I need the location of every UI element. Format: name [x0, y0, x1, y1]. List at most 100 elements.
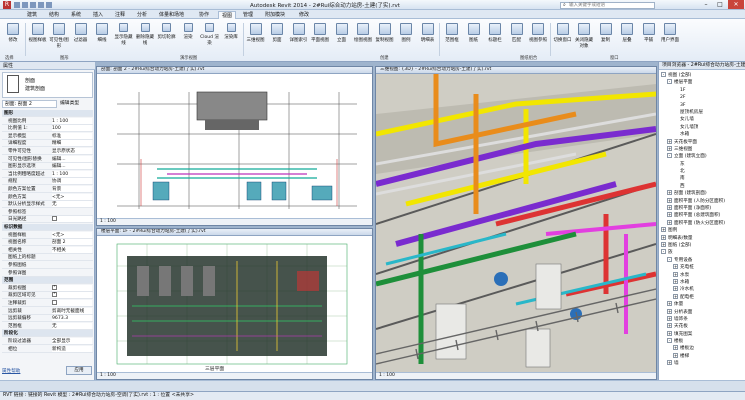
browser-tree-item[interactable]: + 水泵 — [661, 271, 745, 279]
ribbon-button-2[interactable]: 可见性/图形 — [49, 22, 69, 52]
expand-icon[interactable]: + — [661, 241, 666, 247]
browser-tree-item[interactable]: + 填充图案 — [661, 330, 745, 338]
browser-tree-item[interactable]: + 面积平面 (防火分区面积) — [661, 219, 745, 227]
expand-icon[interactable]: + — [667, 219, 672, 225]
ribbon-button-23[interactable]: 匹配 — [507, 22, 527, 52]
tab-5[interactable]: 分析 — [134, 11, 150, 19]
close-button[interactable]: ✕ — [728, 0, 744, 9]
ribbon-button-15[interactable]: 立面 — [332, 22, 352, 52]
property-value[interactable] — [52, 284, 92, 291]
browser-tree-item[interactable]: -族 — [661, 249, 745, 256]
maximize-button[interactable]: □ — [714, 0, 726, 9]
property-value[interactable]: 1 : 100 — [52, 117, 92, 124]
ribbon-button-3[interactable]: 过滤器 — [71, 22, 91, 52]
tab-9[interactable]: 管理 — [240, 11, 256, 19]
expand-icon[interactable]: + — [673, 286, 678, 292]
ribbon-button-16[interactable]: 绘图视图 — [353, 22, 373, 52]
collapse-icon[interactable]: - — [667, 153, 672, 159]
browser-tree-item[interactable]: 南 — [661, 175, 745, 182]
browser-tree-item[interactable]: 3F — [661, 102, 745, 109]
property-value[interactable]: 显示原状态 — [52, 148, 92, 155]
property-value[interactable] — [52, 300, 92, 307]
property-group[interactable]: 阶段化 — [2, 330, 93, 338]
tab-3[interactable]: 插入 — [90, 11, 106, 19]
property-value[interactable]: 标准 — [52, 132, 92, 139]
ribbon-button-20[interactable]: 范围框 — [442, 22, 462, 52]
expand-icon[interactable]: + — [667, 197, 672, 203]
collapse-icon[interactable]: - — [661, 249, 666, 255]
ribbon-button-9[interactable]: Cloud 渲染 — [200, 22, 220, 52]
expand-icon[interactable]: + — [667, 330, 672, 336]
ribbon-button-13[interactable]: 详图索引 — [289, 22, 309, 52]
property-group[interactable]: 图形 — [2, 110, 93, 118]
tab-0[interactable]: 建筑 — [24, 11, 40, 19]
ribbon-button-14[interactable]: 平面视图 — [310, 22, 330, 52]
save-icon[interactable] — [22, 2, 28, 8]
expand-icon[interactable]: + — [667, 301, 672, 307]
browser-tree-item[interactable]: + 冷水机 — [661, 286, 745, 293]
expand-icon[interactable]: + — [673, 264, 678, 270]
ribbon-button-29[interactable]: 平铺 — [639, 22, 659, 52]
ribbon-button-12[interactable]: 剪面 — [267, 22, 287, 52]
3d-model-canvas[interactable] — [376, 74, 656, 373]
property-value[interactable]: 精细 — [52, 140, 92, 147]
minimize-button[interactable]: – — [700, 0, 712, 9]
browser-tree-item[interactable]: + 墙 — [661, 360, 745, 367]
property-value[interactable]: <无> — [52, 193, 92, 200]
property-value[interactable] — [52, 292, 92, 299]
edit-type-button[interactable]: 编辑类型 — [60, 100, 79, 108]
property-value[interactable]: 1 : 100 — [52, 170, 92, 177]
browser-tree-item[interactable]: + 面积平面 (净面积) — [661, 205, 745, 212]
ribbon-button-25[interactable]: 切换窗口 — [553, 22, 573, 52]
browser-tree-item[interactable]: 2F — [661, 94, 745, 101]
ribbon-button-10[interactable]: 渲染库 — [221, 22, 241, 52]
search-input[interactable]: 输入关键字或短语 — [560, 2, 655, 9]
property-checkbox[interactable] — [52, 216, 57, 222]
ribbon-button-28[interactable]: 层叠 — [617, 22, 637, 52]
browser-tree-item[interactable]: 屋顶机房层 — [661, 109, 745, 116]
browser-tree-item[interactable]: 水箱 — [661, 131, 745, 138]
browser-tree-item[interactable]: 西 — [661, 183, 745, 190]
expand-icon[interactable]: + — [667, 145, 672, 151]
tab-2[interactable]: 系统 — [68, 11, 84, 19]
property-value[interactable]: 全部显示 — [52, 338, 92, 345]
ribbon-button-21[interactable]: 图纸 — [464, 22, 484, 52]
collapse-icon[interactable]: - — [667, 256, 672, 262]
revit-logo-icon[interactable]: R — [3, 1, 11, 9]
property-value[interactable]: 剪裁时无截面线 — [52, 307, 92, 314]
ribbon-button-27[interactable]: 复制 — [596, 22, 616, 52]
ribbon-button-5[interactable]: 显示隐藏线 — [114, 22, 134, 52]
expand-icon[interactable]: + — [673, 345, 678, 351]
browser-tree-item[interactable]: 东 — [661, 161, 745, 168]
property-value[interactable]: 新构造 — [52, 345, 92, 352]
browser-tree-item[interactable]: + 充电桩 — [661, 264, 745, 271]
type-selector[interactable]: 剖面 建筑剖面 — [2, 72, 93, 98]
browser-tree-item[interactable]: + 楼梯 — [661, 352, 745, 360]
browser-tree-item[interactable]: + 配电柜 — [661, 293, 745, 301]
browser-tree-item[interactable]: + 图例 — [661, 227, 745, 234]
browser-tree-item[interactable]: + 天花板 — [661, 323, 745, 330]
ribbon-button-0[interactable]: 修改 — [3, 22, 23, 52]
browser-tree-item[interactable]: 女儿墙 — [661, 116, 745, 123]
browser-tree-item[interactable]: 女儿墙顶 — [661, 124, 745, 131]
expand-icon[interactable]: + — [667, 205, 672, 211]
browser-tree-item[interactable]: + 分析表面 — [661, 308, 745, 316]
expand-icon[interactable]: + — [667, 315, 672, 321]
ribbon-button-26[interactable]: 关闭隐藏对象 — [574, 22, 594, 52]
property-value[interactable]: 编辑... — [52, 155, 92, 162]
browser-tree-item[interactable]: - 楼板 — [661, 338, 745, 345]
view-control-bar[interactable]: 1 : 100 — [97, 372, 372, 379]
expand-icon[interactable]: + — [673, 293, 678, 299]
ribbon-button-17[interactable]: 复制视图 — [375, 22, 395, 52]
property-value[interactable]: 背景 — [52, 186, 92, 193]
3d-view-window[interactable]: 三维视图: {3D} - 2#Rui综合动力站房-土建(了实).rvt 1: … — [375, 66, 657, 380]
browser-tree-item[interactable]: - 立面 (建筑立面) — [661, 153, 745, 160]
property-value[interactable]: <无> — [52, 231, 92, 238]
property-value[interactable]: 不相关 — [52, 246, 92, 253]
ribbon-button-4[interactable]: 细线 — [92, 22, 112, 52]
tab-4[interactable]: 注释 — [112, 11, 128, 19]
apply-button[interactable]: 应用 — [66, 366, 92, 375]
ribbon-button-1[interactable]: 视图样板 — [28, 22, 48, 52]
expand-icon[interactable]: + — [667, 308, 672, 314]
property-value[interactable]: 无 — [52, 322, 92, 329]
